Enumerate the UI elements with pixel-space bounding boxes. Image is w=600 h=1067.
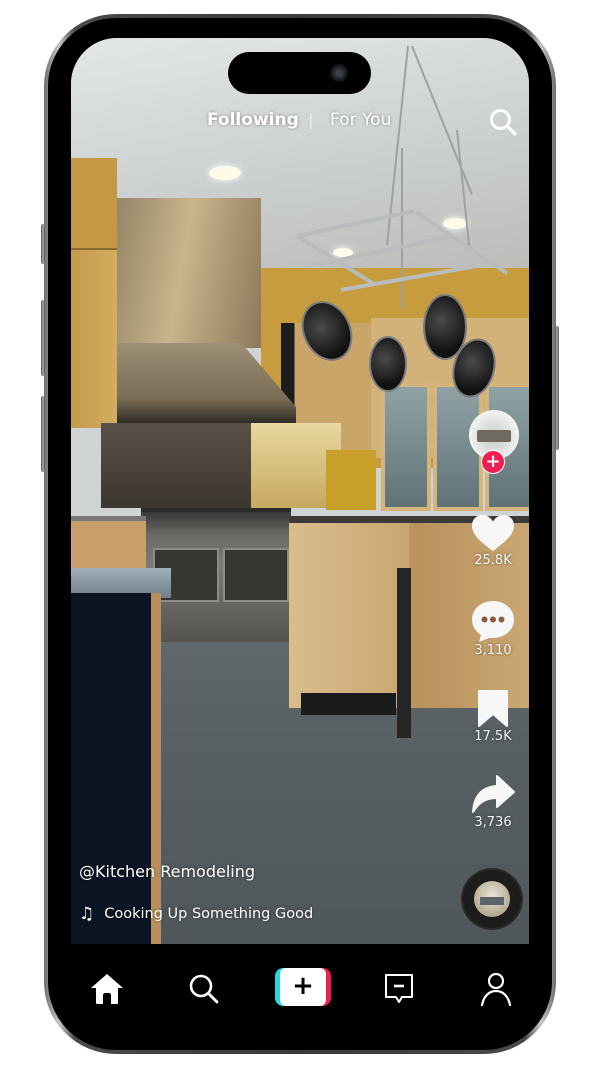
tab-separator: |: [308, 110, 314, 129]
volume-down-button: [41, 396, 45, 472]
volume-up-button: [41, 300, 45, 376]
comment-icon: [472, 601, 514, 642]
like-count: 25.8K: [474, 553, 512, 568]
dynamic-island: [228, 52, 371, 94]
camera-icon: [330, 64, 348, 82]
sound-title: Cooking Up Something Good: [104, 906, 314, 922]
sound-disc[interactable]: [463, 870, 521, 928]
action-button: [41, 224, 45, 264]
share-icon: [472, 775, 515, 813]
sound-link[interactable]: ♫ Cooking Up Something Good: [79, 904, 313, 924]
save-button[interactable]: 17.5K: [465, 690, 521, 744]
video-player[interactable]: Following | For You + 25.8K 3,110 17.5K …: [71, 38, 529, 944]
create-button[interactable]: +: [275, 968, 331, 1006]
sound-cover-image: [474, 881, 510, 917]
follow-button[interactable]: +: [481, 450, 505, 474]
comment-count: 3,110: [474, 643, 512, 658]
inbox-icon: [385, 974, 413, 1003]
music-note-icon: ♫: [79, 904, 95, 924]
search-button[interactable]: [488, 107, 518, 137]
bookmark-icon: [478, 690, 508, 727]
nav-inbox[interactable]: [381, 972, 417, 1006]
home-icon: [91, 974, 123, 1004]
profile-icon: [480, 972, 512, 1006]
tab-for-you[interactable]: For You: [330, 110, 391, 130]
search-icon: [189, 974, 219, 1004]
like-button[interactable]: 25.8K: [465, 514, 521, 568]
power-button: [555, 326, 559, 450]
feed-tabs: Following | For You: [71, 107, 529, 138]
nav-profile[interactable]: [478, 972, 514, 1006]
share-count: 3,736: [474, 815, 512, 830]
bottom-nav: +: [71, 944, 529, 1030]
share-button[interactable]: 3,736: [465, 774, 521, 830]
tab-following[interactable]: Following: [207, 110, 299, 130]
plus-icon: +: [280, 968, 326, 1006]
search-icon: [490, 109, 517, 136]
heart-icon: [472, 515, 514, 551]
nav-discover[interactable]: [186, 972, 222, 1006]
comment-button[interactable]: 3,110: [465, 600, 521, 658]
save-count: 17.5K: [474, 729, 512, 744]
creator-username[interactable]: @Kitchen Remodeling: [79, 862, 255, 881]
nav-home[interactable]: [89, 972, 125, 1006]
